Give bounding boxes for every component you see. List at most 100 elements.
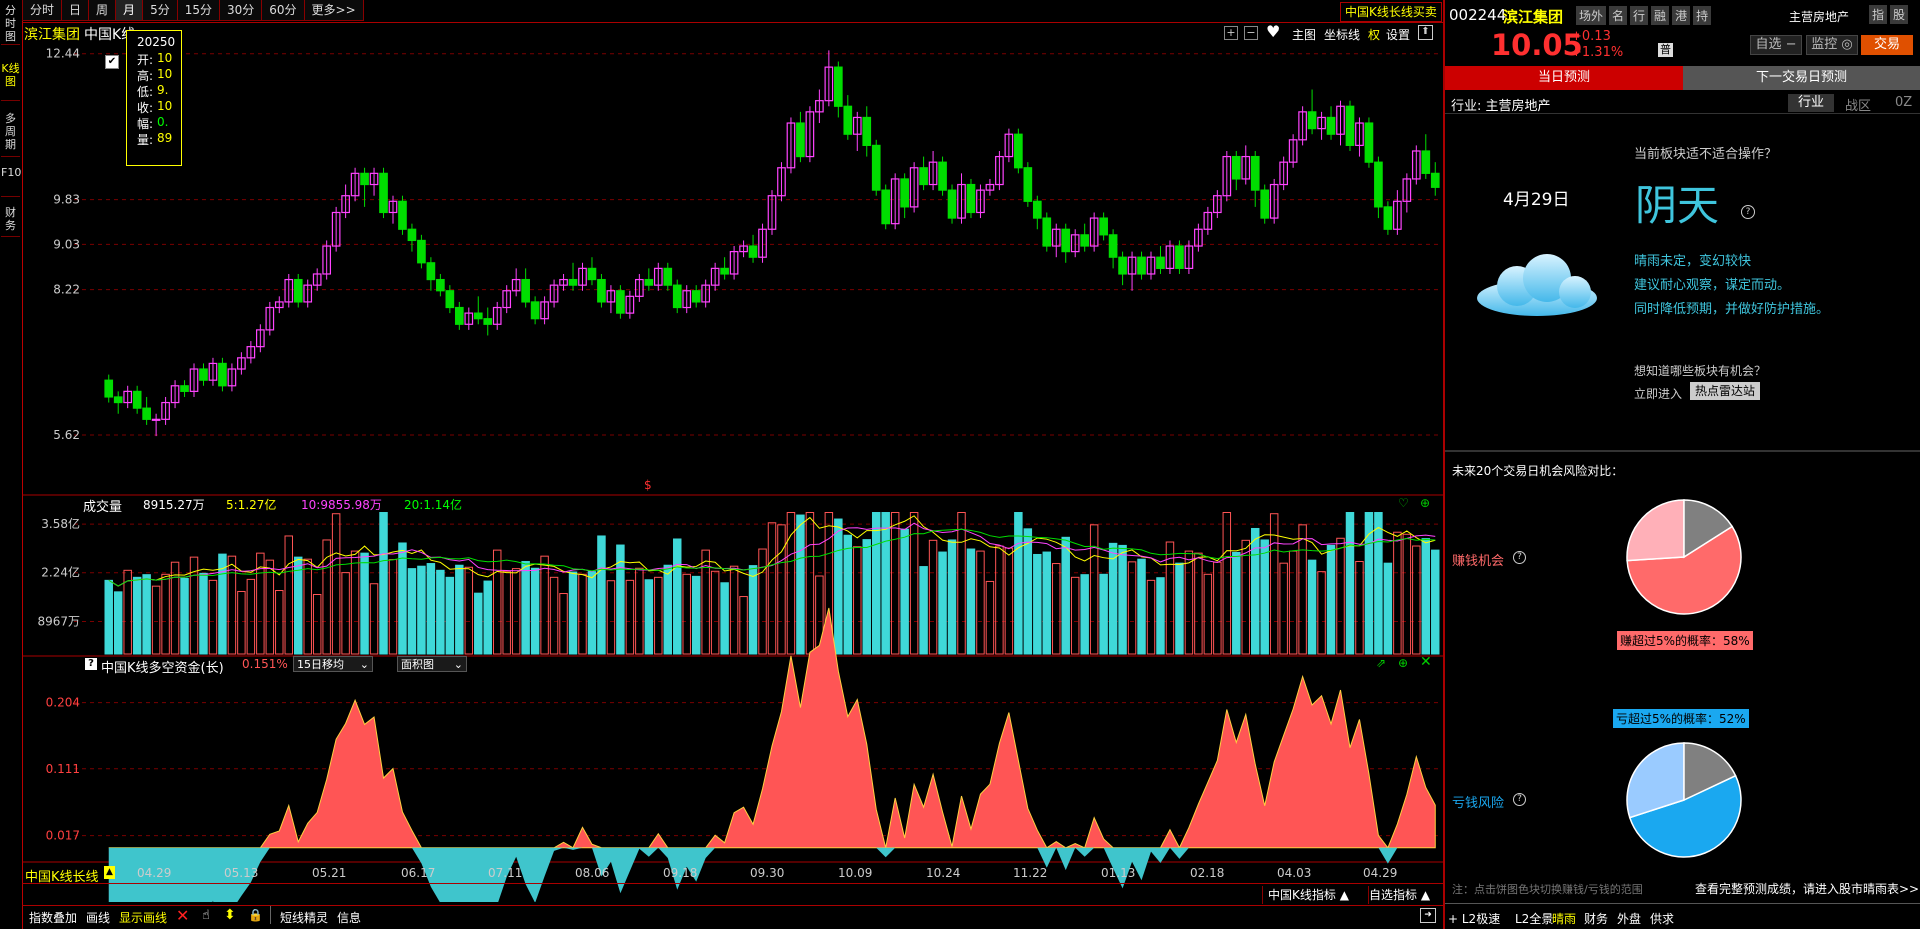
- volume-bar: [843, 534, 853, 655]
- info-button[interactable]: 信息: [337, 909, 361, 926]
- l2-full-tab[interactable]: L2全景: [1515, 910, 1553, 927]
- custom-indicator-tab[interactable]: 自选指标 ▲: [1366, 886, 1445, 904]
- full-forecast-link[interactable]: 查看完整预测成绩，请进入股市晴雨表>>: [1695, 880, 1919, 897]
- help-icon[interactable]: ?: [1513, 551, 1526, 564]
- volume-bar: [976, 550, 985, 655]
- date-tick-label: 10.24: [926, 866, 961, 880]
- volume-bar: [966, 548, 976, 655]
- candle-body: [360, 172, 369, 186]
- volume-favorite-icon[interactable]: ♡: [1398, 496, 1409, 510]
- indicator-close-icon[interactable]: ✕: [1420, 654, 1432, 670]
- subtab-industry[interactable]: 行业: [1788, 94, 1834, 112]
- lock-icon[interactable]: 🔒: [248, 908, 263, 922]
- loss-pie-chart[interactable]: [1624, 740, 1744, 860]
- period-more-button[interactable]: 更多>>: [303, 0, 364, 21]
- advice-question: 当前板块适不适合操作？: [1634, 147, 1778, 162]
- tab-intraday[interactable]: 分时图: [1, 4, 20, 45]
- tab-next-day-forecast[interactable]: 下一交易日预测: [1683, 66, 1920, 90]
- indicator-help-icon[interactable]: ?: [85, 658, 97, 670]
- loss-probability: 亏超过5%的概率：52%: [1613, 709, 1749, 728]
- candle-body: [379, 172, 388, 214]
- trade-button[interactable]: 交易: [1861, 35, 1913, 55]
- tab-multi-period[interactable]: 多周期: [1, 112, 20, 157]
- finance-tab[interactable]: 财务: [1584, 910, 1608, 927]
- period-intraday-button[interactable]: 分时: [22, 0, 63, 21]
- volume-bar: [123, 569, 132, 655]
- tag-holding[interactable]: 持: [1693, 6, 1712, 25]
- add-watchlist-button[interactable]: 自选 −: [1750, 35, 1802, 55]
- price-axis-labels: 12.44 9.83 9.03 8.22 5.62 3.58亿 2.24亿 8967万 0.20…: [37, 47, 80, 843]
- profit-pie-chart[interactable]: [1624, 497, 1744, 617]
- weather-tab[interactable]: 晴雨: [1552, 910, 1576, 927]
- tab-today-forecast[interactable]: 当日预测: [1445, 66, 1683, 90]
- volume-search-icon[interactable]: ⊕: [1420, 496, 1430, 510]
- candle-body: [1231, 155, 1241, 180]
- delete-icon[interactable]: ✕: [176, 906, 189, 925]
- indicator-link-icon[interactable]: ⇗: [1376, 656, 1386, 670]
- help-icon[interactable]: ?: [1513, 793, 1526, 806]
- tag-hk[interactable]: 港: [1672, 6, 1691, 25]
- period-day-button[interactable]: 日: [61, 0, 90, 21]
- price-tick-label: 9.03: [53, 237, 80, 251]
- tab-kline[interactable]: K线图: [1, 62, 20, 101]
- long-term-trade-link[interactable]: 中国K线长线买卖: [1340, 2, 1442, 22]
- tag-index[interactable]: 指: [1869, 5, 1888, 24]
- tag-otc[interactable]: 场外: [1576, 6, 1607, 25]
- l2-fast-tab[interactable]: + L2极速: [1448, 910, 1500, 927]
- candle-body: [454, 306, 464, 325]
- date-tick-label: 04.03: [1277, 866, 1312, 880]
- volume-bar: [331, 513, 341, 655]
- volume-tick-label: 8967万: [37, 614, 80, 628]
- supply-demand-tab[interactable]: 供求: [1650, 910, 1674, 927]
- tag-stock[interactable]: 股: [1890, 5, 1909, 24]
- arrow-right-icon[interactable]: ➜: [1420, 908, 1436, 923]
- volume-bar: [1089, 524, 1099, 655]
- volume-bar: [312, 594, 322, 655]
- volume-bar: [1412, 545, 1421, 655]
- candle-body: [218, 362, 227, 387]
- short-term-sprite-button[interactable]: 短线精灵: [280, 909, 328, 926]
- external-tab[interactable]: 外盘: [1617, 910, 1641, 927]
- volume-bar: [227, 555, 237, 655]
- period-15min-button[interactable]: 15分: [176, 0, 220, 21]
- tag-margin[interactable]: 融: [1651, 6, 1670, 25]
- volume-bar: [483, 580, 492, 655]
- candle-body: [1042, 217, 1052, 247]
- candle-body: [436, 278, 445, 292]
- candle-body: [1118, 256, 1127, 275]
- draw-line-button[interactable]: 画线: [86, 909, 110, 926]
- volume-bar: [1345, 512, 1355, 655]
- candle-body: [881, 189, 891, 225]
- volume-bar: [530, 567, 540, 655]
- period-60min-button[interactable]: 60分: [261, 0, 305, 21]
- monitor-button[interactable]: 监控 ◎: [1806, 35, 1858, 55]
- warning-icon[interactable]: ▲: [104, 866, 115, 879]
- pointer-hand-icon[interactable]: ☝: [202, 908, 210, 923]
- tab-f10[interactable]: F10: [1, 166, 21, 197]
- chart-style-select[interactable]: 面积图 ⌄: [397, 656, 467, 672]
- period-month-button[interactable]: 月: [115, 0, 144, 21]
- candle-body: [407, 228, 417, 242]
- chart-canvas[interactable]: 12.449.839.038.225.623.58亿2.24亿8967万0.20…: [22, 22, 1443, 902]
- volume-bar: [549, 576, 559, 655]
- candle-body: [142, 407, 151, 420]
- period-5min-button[interactable]: 5分: [142, 0, 178, 21]
- subtab-zone[interactable]: 战区: [1845, 95, 1871, 114]
- show-drawing-button[interactable]: 显示画线: [119, 909, 167, 926]
- tab-finance[interactable]: 财务: [1, 206, 20, 237]
- period-week-button[interactable]: 周: [88, 0, 117, 21]
- volume-bar: [568, 571, 578, 655]
- subtab-oz[interactable]: 0Z: [1895, 95, 1912, 110]
- tag-ming[interactable]: 名: [1609, 6, 1628, 25]
- volume-bar: [388, 559, 398, 655]
- china-kline-indicator-tab[interactable]: 中国K线指标 ▲: [1262, 886, 1369, 904]
- indicator-search-icon[interactable]: ⊕: [1398, 656, 1408, 670]
- period-30min-button[interactable]: 30分: [218, 0, 263, 21]
- hot-radar-button[interactable]: 热点雷达站: [1690, 382, 1760, 400]
- tag-industry[interactable]: 行: [1630, 6, 1649, 25]
- ma-period-select[interactable]: 15日移均 ⌄: [293, 656, 373, 672]
- tooltip-close: 10: [157, 99, 173, 113]
- help-icon[interactable]: ?: [1741, 205, 1755, 219]
- index-overlay-button[interactable]: 指数叠加: [29, 909, 77, 926]
- vertical-move-icon[interactable]: ⬍: [224, 907, 236, 923]
